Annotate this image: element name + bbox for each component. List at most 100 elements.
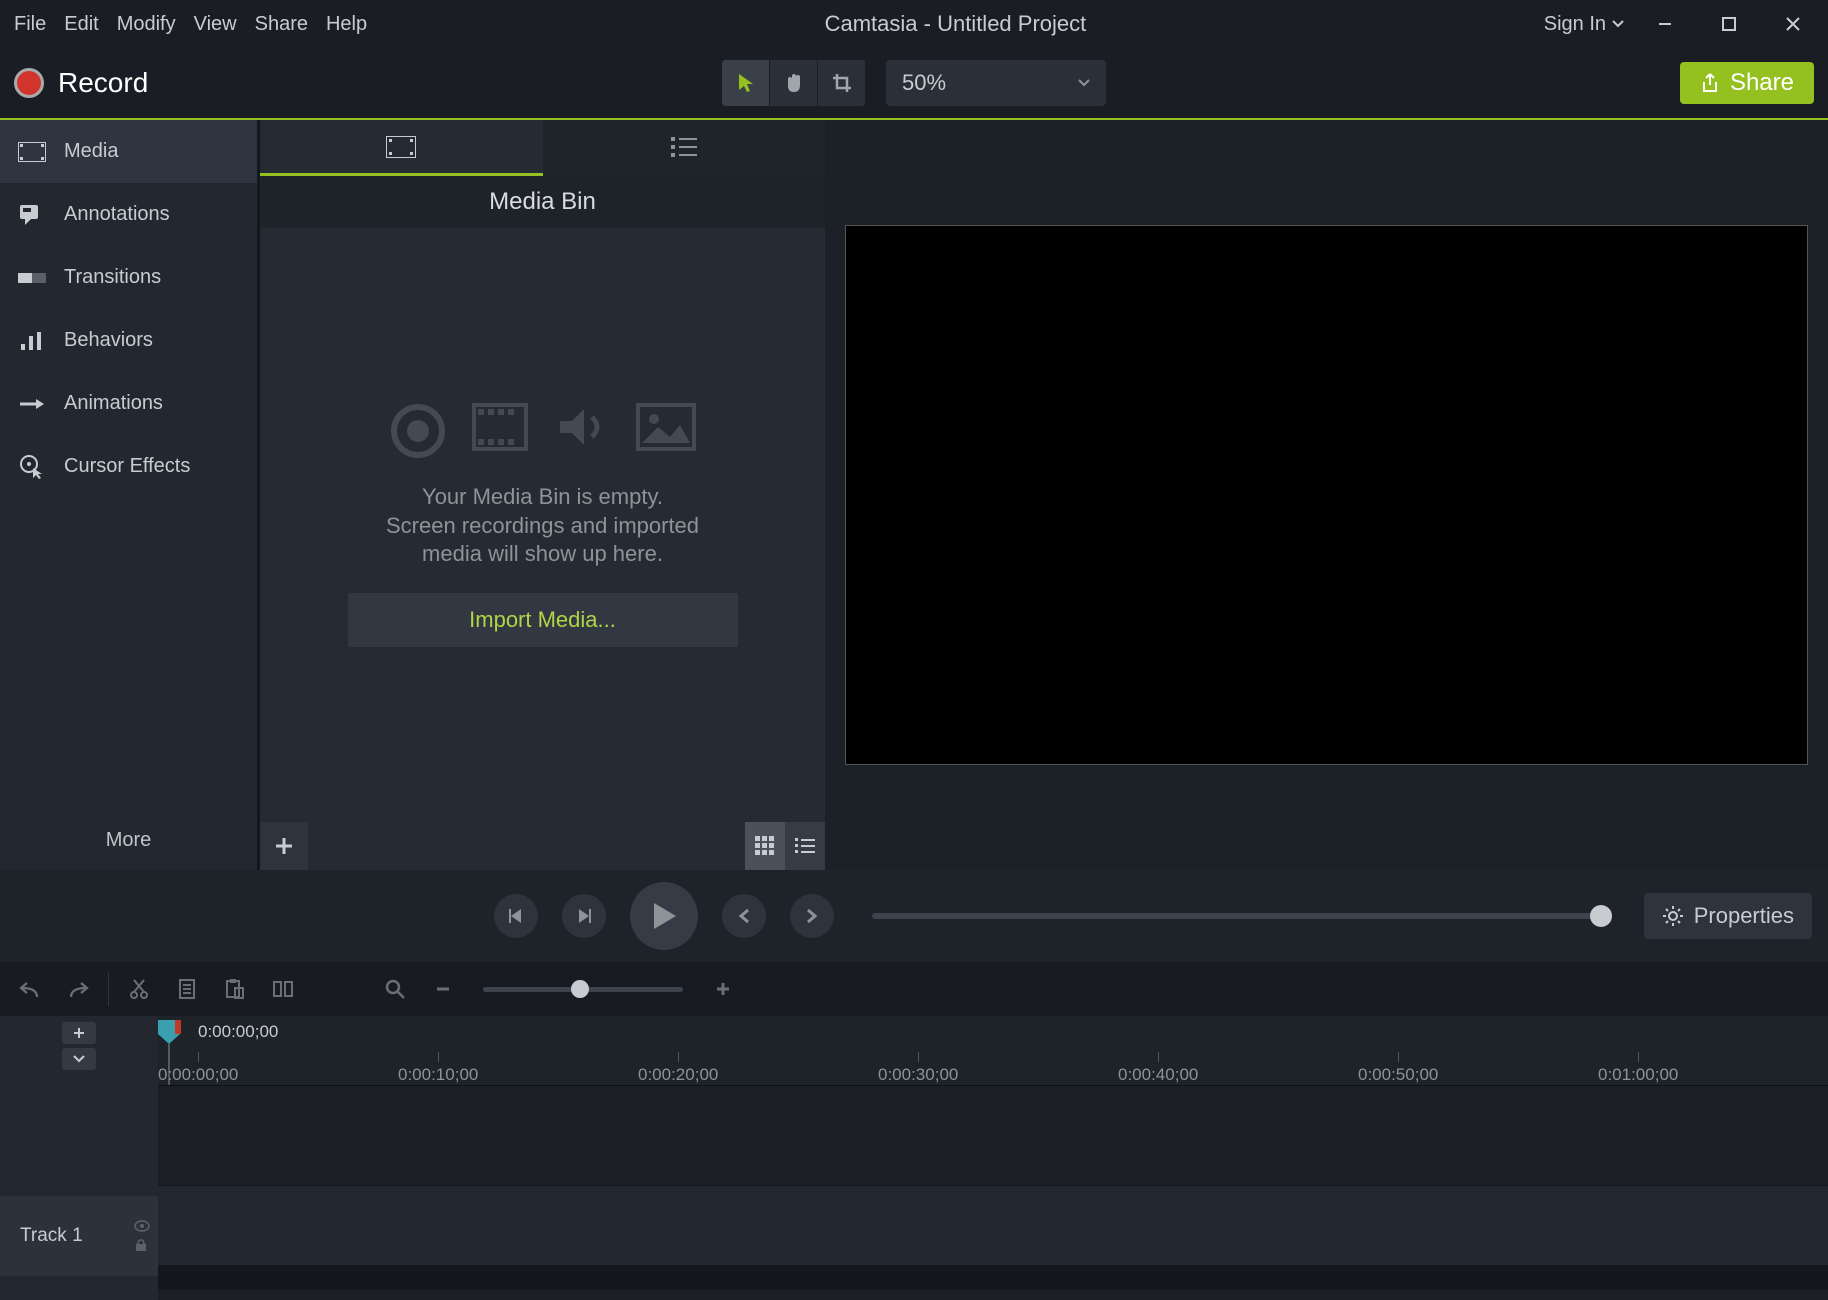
- properties-label: Properties: [1694, 903, 1794, 929]
- track-row-empty[interactable]: [158, 1086, 1828, 1186]
- zoom-fit-button[interactable]: [373, 967, 417, 1011]
- step-fwd-icon: [575, 907, 593, 925]
- collapse-tracks-button[interactable]: [62, 1048, 96, 1070]
- chevron-right-icon: [805, 908, 819, 924]
- crop-icon: [831, 72, 853, 94]
- copy-button[interactable]: [165, 967, 209, 1011]
- paste-button[interactable]: [213, 967, 257, 1011]
- lock-icon[interactable]: [134, 1238, 148, 1252]
- record-circle-icon: [390, 403, 446, 459]
- sidebar-more[interactable]: More: [0, 811, 257, 870]
- sidebar-item-animations[interactable]: Animations: [0, 372, 257, 435]
- zoom-out-button[interactable]: [421, 967, 465, 1011]
- close-button[interactable]: [1770, 6, 1816, 42]
- magnify-icon: [384, 978, 406, 1000]
- cursoreffects-icon: [18, 456, 46, 478]
- animation-icon: [18, 393, 46, 415]
- step-back-icon: [507, 907, 525, 925]
- split-icon: [272, 978, 294, 1000]
- edit-toolbar: [0, 962, 1828, 1016]
- grid-view-button[interactable]: [745, 822, 785, 870]
- menu-edit[interactable]: Edit: [64, 13, 98, 36]
- top-toolbar: Record 50% Share: [0, 48, 1828, 120]
- sidebar-label: Animations: [64, 392, 163, 415]
- prev-frame-button[interactable]: [494, 894, 538, 938]
- sidebar-item-annotations[interactable]: Annotations: [0, 183, 257, 246]
- undo-icon: [19, 979, 41, 999]
- redo-button[interactable]: [56, 967, 100, 1011]
- record-button[interactable]: Record: [0, 67, 148, 99]
- side-panel: Media Annotations Transitions Behaviors …: [0, 120, 260, 870]
- grid-icon: [755, 836, 775, 856]
- bin-tab-library[interactable]: [543, 120, 826, 176]
- list-icon: [795, 838, 815, 854]
- sidebar-item-behaviors[interactable]: Behaviors: [0, 309, 257, 372]
- sidebar-label: Transitions: [64, 266, 161, 289]
- gear-icon: [1662, 905, 1684, 927]
- sign-in-button[interactable]: Sign In: [1544, 13, 1624, 36]
- timeline-zoom-slider[interactable]: [483, 987, 683, 992]
- timeline-tick: 0:00:00;00: [158, 1052, 238, 1085]
- timeline-tick: 0:01:00;00: [1598, 1052, 1678, 1085]
- canvas-area: [825, 120, 1828, 870]
- plus-icon: [714, 980, 732, 998]
- preview-canvas[interactable]: [845, 225, 1808, 765]
- sidebar-label: Media: [64, 140, 118, 163]
- menu-help[interactable]: Help: [326, 13, 367, 36]
- bin-placeholder-icons: [390, 403, 696, 459]
- track-row[interactable]: [158, 1186, 1828, 1266]
- timeline-tick: 0:00:20;00: [638, 1052, 718, 1085]
- zoom-in-button[interactable]: [701, 967, 745, 1011]
- menu-modify[interactable]: Modify: [117, 13, 176, 36]
- properties-button[interactable]: Properties: [1644, 893, 1812, 939]
- media-icon: [18, 141, 46, 163]
- track-label[interactable]: Track 1: [0, 1196, 158, 1276]
- timeline-tick: 0:00:10;00: [398, 1052, 478, 1085]
- minus-icon: [434, 980, 452, 998]
- sidebar-item-media[interactable]: Media: [0, 120, 257, 183]
- bin-tab-media[interactable]: [260, 120, 543, 176]
- play-icon: [650, 901, 678, 931]
- slider-thumb[interactable]: [1590, 905, 1612, 927]
- eye-icon[interactable]: [134, 1220, 150, 1232]
- upload-icon: [1700, 72, 1720, 94]
- menu-share[interactable]: Share: [255, 13, 308, 36]
- playhead-time: 0:00:00;00: [198, 1022, 278, 1042]
- record-label: Record: [58, 67, 148, 99]
- sidebar-item-transitions[interactable]: Transitions: [0, 246, 257, 309]
- bin-empty-text: Your Media Bin is empty. Screen recordin…: [386, 483, 699, 569]
- add-media-button[interactable]: [260, 822, 308, 870]
- list-view-button[interactable]: [785, 822, 825, 870]
- media-bin-title: Media Bin: [260, 176, 825, 228]
- hand-icon: [783, 72, 805, 94]
- audio-icon: [554, 403, 610, 451]
- plus-icon: [273, 835, 295, 857]
- next-frame-button[interactable]: [562, 894, 606, 938]
- filmstrip-icon: [386, 136, 416, 158]
- minimize-button[interactable]: [1642, 6, 1688, 42]
- menu-view[interactable]: View: [194, 13, 237, 36]
- split-button[interactable]: [261, 967, 305, 1011]
- crop-tool[interactable]: [818, 60, 866, 106]
- zoom-select[interactable]: 50%: [886, 60, 1106, 106]
- add-track-button[interactable]: [62, 1022, 96, 1044]
- maximize-button[interactable]: [1706, 6, 1752, 42]
- zoom-thumb[interactable]: [571, 980, 589, 998]
- timeline-tracks-area[interactable]: 0:00:00;00 0:00:00;00 0:00:10;00 0:00:20;0…: [158, 1016, 1828, 1300]
- pan-tool[interactable]: [770, 60, 818, 106]
- timeline-ruler[interactable]: 0:00:00;00 0:00:00;00 0:00:10;00 0:00:20;0…: [158, 1016, 1828, 1086]
- sidebar-item-cursor-effects[interactable]: Cursor Effects: [0, 435, 257, 498]
- menu-file[interactable]: File: [14, 13, 46, 36]
- cursor-icon: [736, 72, 756, 94]
- cut-button[interactable]: [117, 967, 161, 1011]
- prev-clip-button[interactable]: [722, 894, 766, 938]
- next-clip-button[interactable]: [790, 894, 834, 938]
- share-button[interactable]: Share: [1680, 62, 1814, 104]
- share-label: Share: [1730, 69, 1794, 97]
- playback-slider[interactable]: [872, 913, 1612, 919]
- undo-button[interactable]: [8, 967, 52, 1011]
- play-button[interactable]: [630, 882, 698, 950]
- pointer-tool[interactable]: [722, 60, 770, 106]
- transition-icon: [18, 267, 46, 289]
- import-media-button[interactable]: Import Media...: [348, 593, 738, 647]
